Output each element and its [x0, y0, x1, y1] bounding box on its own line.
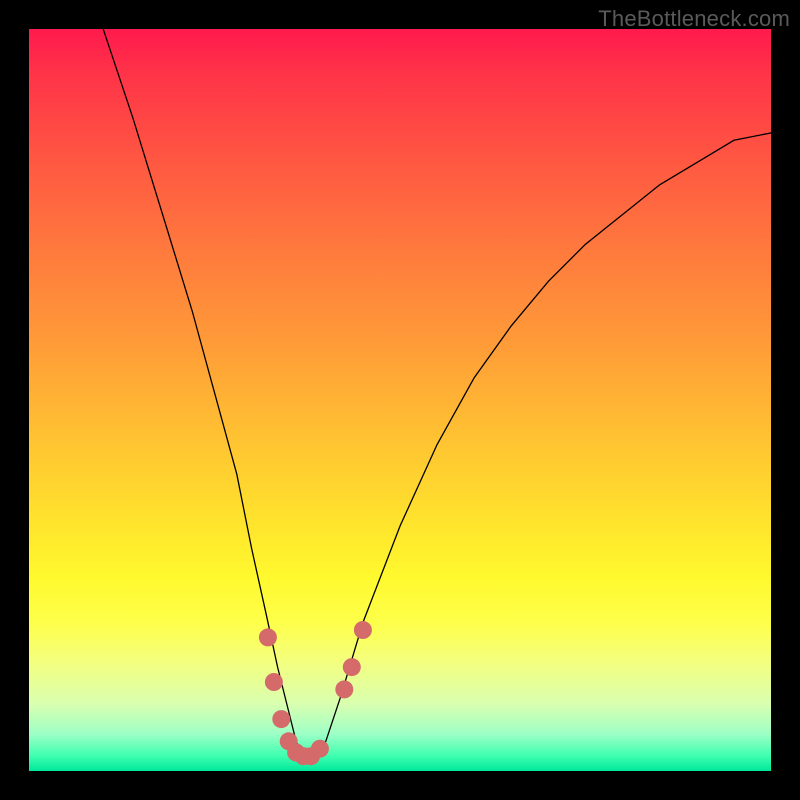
highlight-dot	[354, 621, 372, 639]
plot-area	[29, 29, 771, 771]
highlight-dot	[259, 628, 277, 646]
highlight-dot	[265, 673, 283, 691]
highlight-dot	[311, 740, 329, 758]
highlight-dots-group	[259, 621, 372, 765]
highlight-dot	[272, 710, 290, 728]
bottleneck-curve-path	[103, 29, 771, 760]
highlight-dot	[335, 680, 353, 698]
chart-svg	[29, 29, 771, 771]
watermark-text: TheBottleneck.com	[598, 6, 790, 32]
highlight-dot	[343, 658, 361, 676]
